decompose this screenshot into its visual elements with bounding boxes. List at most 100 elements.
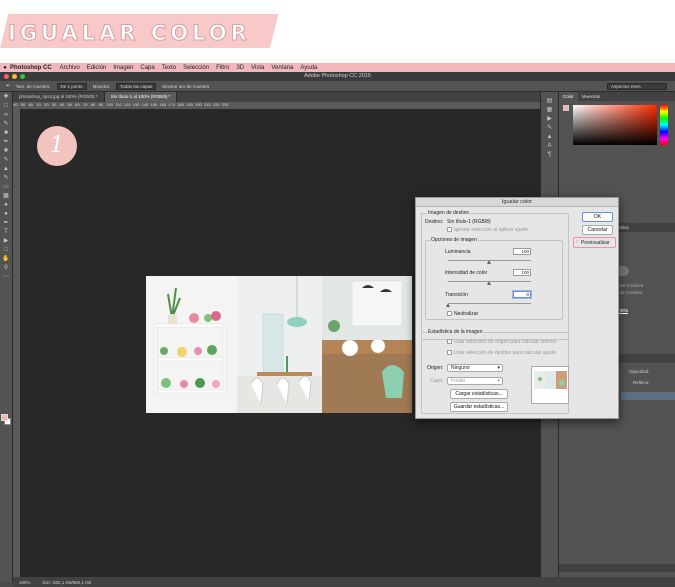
hue-slider[interactable]: [660, 105, 668, 145]
ignore-selection-label: Ignorar selección al aplicar ajuste: [454, 227, 529, 233]
eraser-tool-icon[interactable]: ▭: [2, 184, 11, 191]
tab-color[interactable]: Color: [559, 92, 578, 101]
save-statistics-button[interactable]: Guardar estadísticas...: [450, 402, 508, 412]
type-tool-icon[interactable]: T: [2, 229, 11, 236]
layer-row[interactable]: [621, 392, 675, 400]
crop-tool-icon[interactable]: ■: [2, 130, 11, 137]
blur-tool-icon[interactable]: ●: [2, 202, 11, 209]
tools-panel: ✚ □ ∞ ✎ ■ ✒ ✚ ✎ ▲ ✎ ▭ ▩ ● ● ✒ T ▶ □ ✋ ⚲ …: [0, 92, 13, 582]
neutralizar-checkbox[interactable]: [447, 311, 452, 316]
quick-select-tool-icon[interactable]: ✎: [2, 121, 11, 128]
gradient-tool-icon[interactable]: ▩: [2, 193, 11, 200]
menu-ayuda[interactable]: Ayuda: [300, 65, 317, 71]
shape-tool-icon[interactable]: □: [2, 247, 11, 254]
stamp-tool-icon[interactable]: ▲: [2, 166, 11, 173]
origen-select[interactable]: Ninguno: [447, 364, 503, 372]
luminancia-slider-handle[interactable]: [487, 260, 491, 264]
transicion-slider-track[interactable]: [448, 303, 531, 304]
intensidad-slider-handle[interactable]: [487, 281, 491, 285]
transicion-slider-handle[interactable]: [446, 303, 450, 307]
destino-label: Destino:: [425, 219, 444, 225]
history-panel-icon[interactable]: ▤: [545, 98, 554, 105]
banner-title: IGUALAR COLOR: [8, 21, 251, 46]
healing-tool-icon[interactable]: ✚: [2, 148, 11, 155]
tab-sin-titulo[interactable]: Sin título-1 al 100% (RGB/8) *: [104, 92, 178, 102]
eyedropper-icon[interactable]: ✒: [6, 83, 10, 89]
move-tool-icon[interactable]: ✚: [2, 94, 11, 101]
preview-label[interactable]: Previsualizar: [581, 240, 610, 246]
path-select-icon[interactable]: ▶: [2, 238, 11, 245]
intensidad-input[interactable]: 100: [513, 269, 531, 276]
menu-imagen[interactable]: Imagen: [113, 65, 133, 71]
transicion-input[interactable]: 0: [513, 291, 531, 298]
vertical-ruler: [13, 109, 20, 577]
menubar-app-name[interactable]: Photoshop CC: [10, 65, 52, 71]
apple-icon[interactable]: ●: [0, 65, 10, 71]
brush-tool-icon[interactable]: ✎: [2, 157, 11, 164]
dodge-tool-icon[interactable]: ●: [2, 211, 11, 218]
brush-panel-icon[interactable]: ✎: [545, 125, 554, 132]
menu-ventana[interactable]: Ventana: [271, 65, 293, 71]
clone-panel-icon[interactable]: ▲: [545, 134, 554, 141]
use-target-selection-label: Usar selección de destino para calcular …: [454, 350, 556, 356]
minimize-window-icon[interactable]: [12, 74, 17, 79]
cancel-button[interactable]: Cancelar: [582, 225, 613, 235]
luminancia-input[interactable]: 100: [513, 248, 531, 255]
traffic-lights: [4, 74, 25, 79]
actions-panel-icon[interactable]: ▶: [545, 116, 554, 123]
menu-3d[interactable]: 3D: [236, 65, 244, 71]
statistics-label: Estadística de la imagen: [427, 329, 484, 335]
zoom-level[interactable]: 100%: [19, 580, 31, 585]
properties-panel-icon[interactable]: ▦: [545, 107, 554, 114]
character-panel-icon[interactable]: A: [545, 143, 554, 150]
load-statistics-button[interactable]: Cargar estadísticas...: [450, 389, 508, 399]
use-origin-selection-checkbox[interactable]: [447, 339, 452, 344]
show-ring-checkbox[interactable]: Mostrar aro de muestra: [162, 84, 209, 89]
pen-tool-icon[interactable]: ✒: [2, 220, 11, 227]
zoom-window-icon[interactable]: [20, 74, 25, 79]
status-bar: 100% Doc: 682,1 KB/682,1 KB: [13, 577, 675, 587]
photo-dining-table: [322, 276, 412, 413]
use-target-selection-checkbox[interactable]: [447, 350, 452, 355]
zoom-tool-icon[interactable]: ⚲: [2, 265, 11, 272]
color-panel-tabs: Color Muestras: [559, 92, 675, 101]
sample-label: Muestra:: [92, 83, 111, 89]
options-bar: ✒ Tam. de muestra: De 1 punto Muestra: T…: [0, 81, 675, 92]
capa-select[interactable]: Fondo: [447, 377, 503, 385]
use-origin-selection-label: Usar selección de origen para calcular c…: [454, 339, 557, 345]
lasso-tool-icon[interactable]: ∞: [2, 112, 11, 119]
hand-tool-icon[interactable]: ✋: [2, 256, 11, 263]
neutralizar-label: Neutralizar: [454, 311, 479, 317]
luminancia-label: Luminancia: [445, 249, 471, 255]
color-picker-swatch: [563, 105, 569, 111]
menu-edicion[interactable]: Edición: [87, 65, 107, 71]
tab-photoshop-tips[interactable]: photoshop_tips2.jpg al 100% (RGB/8) *: [13, 92, 105, 102]
source-thumbnail: [531, 366, 569, 404]
eyedropper-tool-icon[interactable]: ✒: [2, 139, 11, 146]
menu-texto[interactable]: Texto: [162, 65, 176, 71]
menu-seleccion[interactable]: Selección: [183, 65, 209, 71]
sample-select[interactable]: Todas las capas: [116, 82, 157, 90]
more-tools-icon[interactable]: ⋯: [2, 274, 11, 281]
menu-capa[interactable]: Capa: [140, 65, 154, 71]
sample-size-label: Tam. de muestra:: [15, 83, 51, 89]
target-group-label: Imagen de destino: [427, 210, 471, 216]
tab-muestras[interactable]: Muestras: [578, 92, 605, 101]
document-image: [146, 276, 412, 413]
sample-size-select[interactable]: De 1 punto: [56, 82, 87, 90]
close-window-icon[interactable]: [4, 74, 9, 79]
menu-vista[interactable]: Vista: [251, 65, 264, 71]
preview-check-icon[interactable]: ✓: [575, 239, 579, 245]
foreground-color-swatch[interactable]: [1, 414, 8, 421]
ignore-selection-checkbox[interactable]: [447, 227, 452, 232]
photo-kitchen: [237, 276, 322, 413]
dialog-title: Igualar color: [416, 198, 618, 207]
paragraph-panel-icon[interactable]: ¶: [545, 152, 554, 159]
workspace-select[interactable]: Aspectos esen.: [607, 83, 667, 90]
ok-button[interactable]: OK: [582, 212, 613, 222]
menu-filtro[interactable]: Filtro: [216, 65, 229, 71]
marquee-tool-icon[interactable]: □: [2, 103, 11, 110]
menu-archivo[interactable]: Archivo: [60, 65, 80, 71]
history-brush-icon[interactable]: ✎: [2, 175, 11, 182]
color-field[interactable]: [573, 105, 657, 145]
